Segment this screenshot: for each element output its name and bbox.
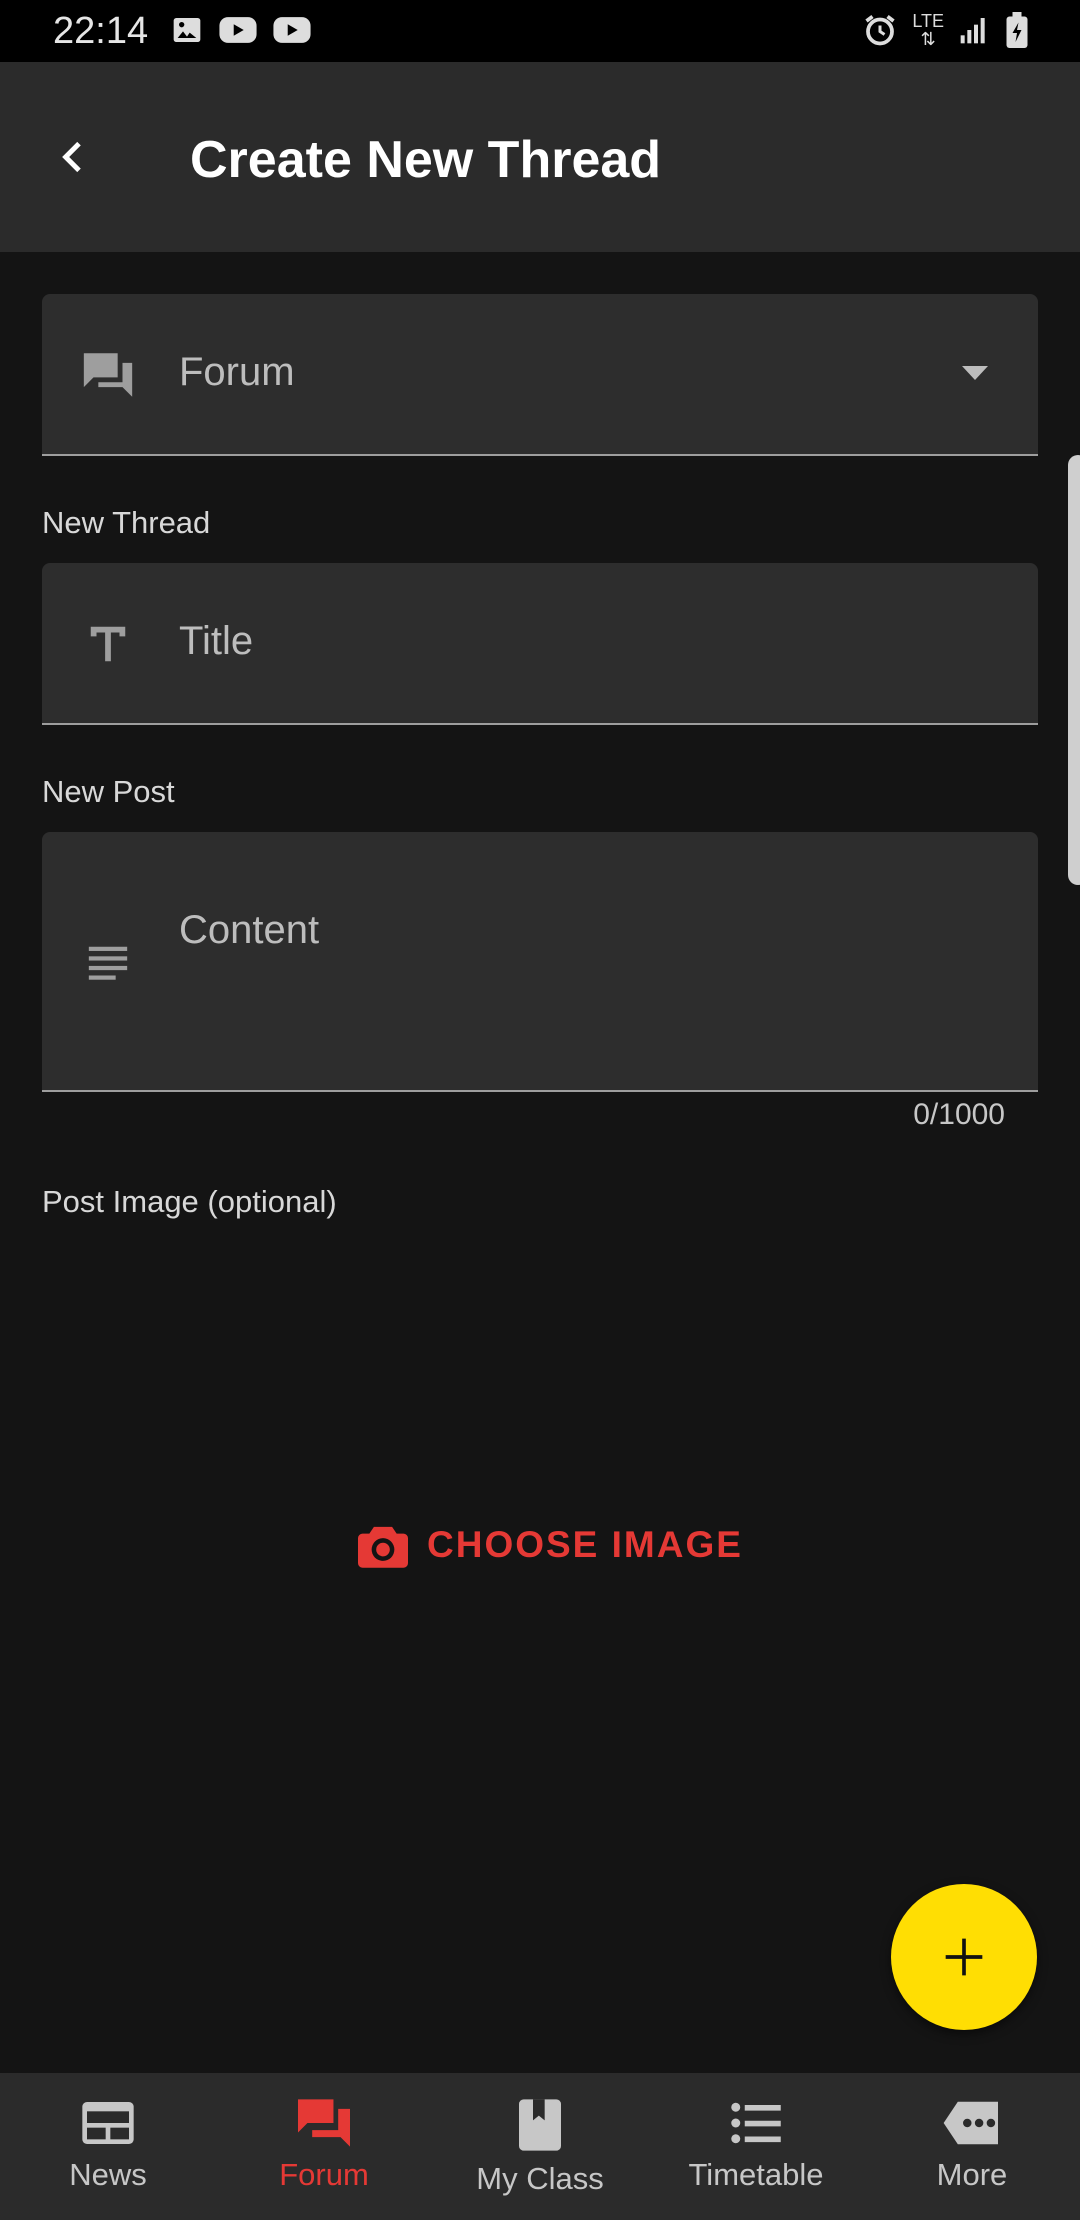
youtube-icon: [219, 17, 257, 43]
more-tag-icon: [943, 2101, 998, 2145]
status-notification-icons: [170, 14, 312, 46]
arrow-drop-down-icon: [962, 366, 988, 380]
add-fab-button[interactable]: [891, 1884, 1037, 2030]
nav-item-more[interactable]: More: [864, 2073, 1080, 2220]
forum-icon: [298, 2099, 350, 2147]
nav-item-forum[interactable]: Forum: [216, 2073, 432, 2220]
scrollbar[interactable]: [1068, 455, 1080, 885]
page-title: Create New Thread: [190, 131, 662, 189]
status-bar: 22:14 LTE ⇅: [0, 0, 1080, 62]
nav-item-my-class[interactable]: My Class: [432, 2073, 648, 2220]
nav-label-my-class: My Class: [476, 2161, 604, 2196]
character-counter: 0/1000: [913, 1098, 1005, 1131]
nav-label-news: News: [69, 2157, 147, 2192]
nav-label-timetable: Timetable: [688, 2157, 824, 2192]
forum-select[interactable]: Forum: [42, 294, 1038, 456]
back-button[interactable]: [42, 117, 106, 197]
nav-item-timetable[interactable]: Timetable: [648, 2073, 864, 2220]
lte-icon: LTE ⇅: [912, 11, 944, 49]
content-input: Content: [179, 908, 320, 952]
camera-icon: [358, 1526, 408, 1568]
nav-label-forum: Forum: [279, 2157, 369, 2192]
content-field[interactable]: Content: [42, 832, 1038, 1092]
plus-icon: [945, 1938, 983, 1976]
youtube-icon: [273, 17, 311, 43]
image-icon: [173, 18, 201, 42]
news-icon: [82, 2102, 134, 2144]
book-icon: [519, 2099, 561, 2151]
status-system-icons: LTE ⇅: [862, 12, 1030, 48]
bottom-navigation: News Forum My Class Timetable More: [0, 2073, 1080, 2220]
chevron-left-icon: [62, 141, 81, 173]
choose-image-button[interactable]: CHOOSE IMAGE: [355, 1515, 743, 1575]
alarm-icon: [865, 15, 895, 46]
new-post-label: New Post: [42, 774, 175, 809]
new-thread-label: New Thread: [42, 505, 211, 540]
forum-icon: [76, 343, 140, 407]
post-image-label: Post Image (optional): [42, 1184, 337, 1219]
battery-charging-icon: [1006, 12, 1028, 48]
forum-select-value: Forum: [179, 350, 295, 394]
nav-label-more: More: [936, 2157, 1008, 2192]
nav-item-news[interactable]: News: [0, 2073, 216, 2220]
choose-image-label: CHOOSE IMAGE: [427, 1524, 743, 1565]
title-field[interactable]: Title: [42, 563, 1038, 725]
list-icon: [731, 2102, 781, 2144]
subject-icon: [76, 932, 140, 996]
title-input: Title: [179, 619, 254, 663]
status-time: 22:14: [53, 10, 149, 52]
lte-label: LTE: [912, 11, 944, 31]
signal-icon: [960, 18, 985, 44]
app-bar: Create New Thread: [0, 62, 1080, 252]
text-format-icon: [76, 612, 140, 676]
